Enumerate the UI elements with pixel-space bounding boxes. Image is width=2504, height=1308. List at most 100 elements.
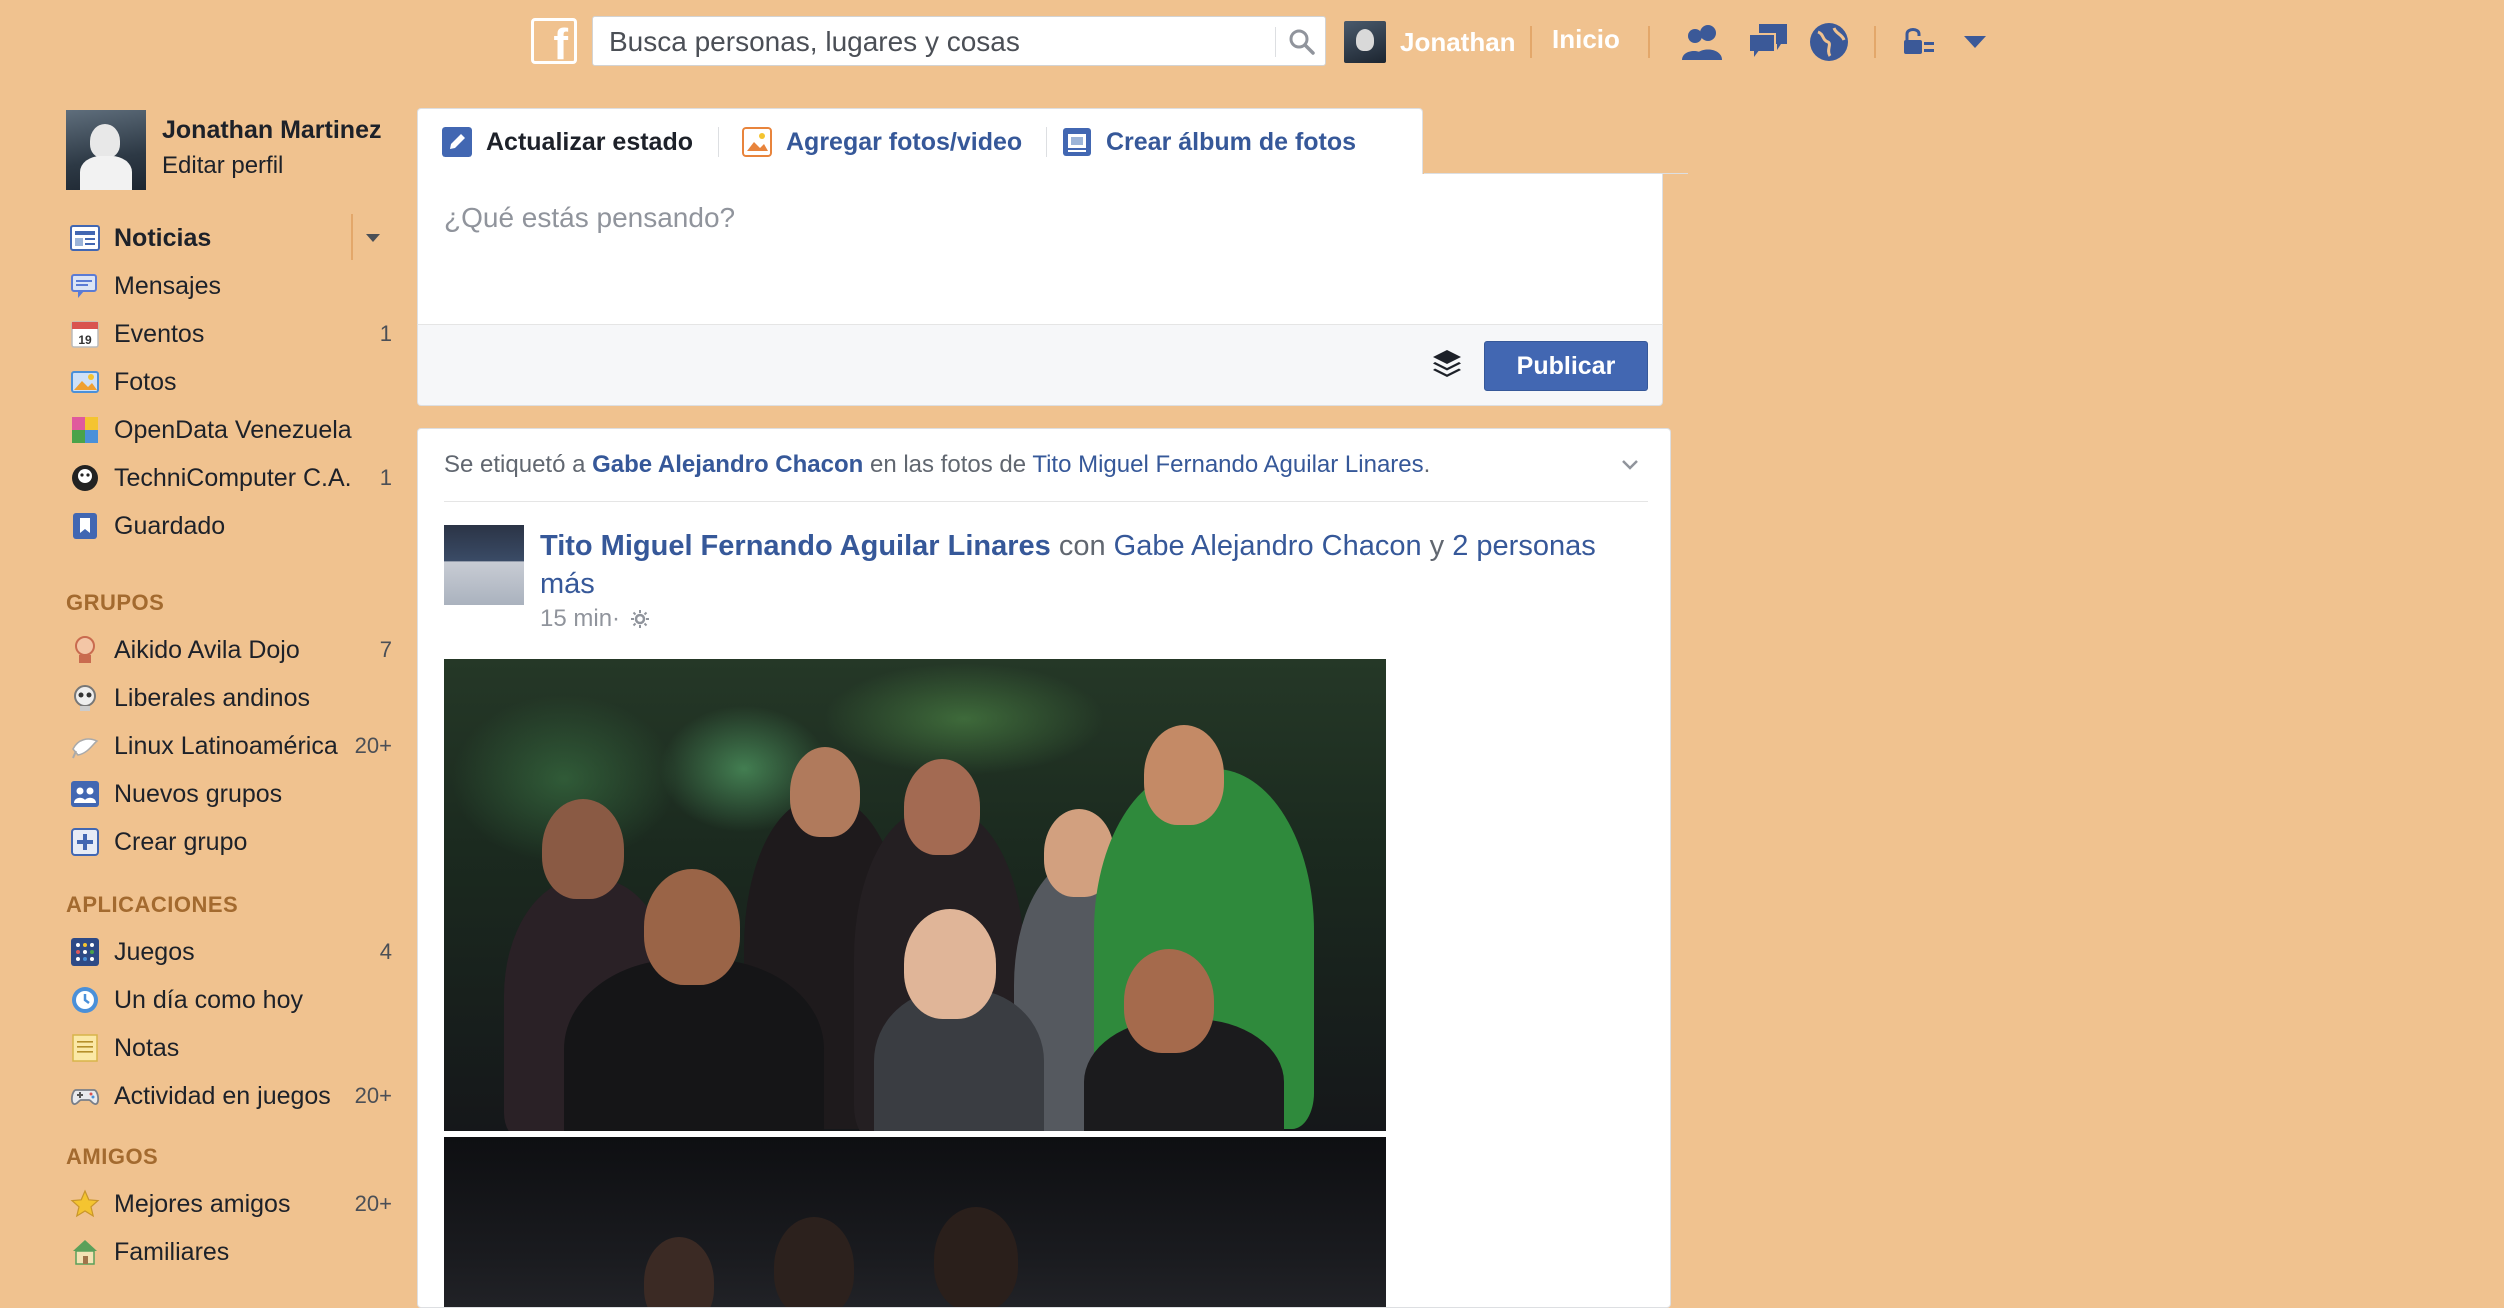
context-middle: en las fotos de <box>863 451 1033 478</box>
tab-update-status[interactable]: Actualizar estado <box>442 109 693 175</box>
new-groups-icon <box>71 781 99 807</box>
top-bar: f Jonathan Inicio <box>0 0 2504 84</box>
page-icon <box>72 465 98 491</box>
sidebar-item-actividad-en-juegos[interactable]: Actividad en juegos 20+ <box>66 1074 392 1118</box>
search-input[interactable] <box>607 17 1261 67</box>
layers-icon[interactable] <box>1430 347 1464 381</box>
game-activity-icon <box>70 1089 100 1106</box>
story-context-line: Se etiquetó a Gabe Alejandro Chacon en l… <box>444 451 1430 479</box>
messages-icon <box>71 274 97 298</box>
sidebar-item-noticias[interactable]: Noticias <box>66 216 386 260</box>
tab-label: Agregar fotos/video <box>786 127 1023 156</box>
notifications-globe-icon[interactable] <box>1806 20 1852 64</box>
story-options-chevron-icon[interactable] <box>1620 455 1640 475</box>
sidebar-item-fotos[interactable]: Fotos <box>66 360 386 404</box>
top-divider <box>1530 26 1532 58</box>
news-feed-icon <box>70 225 100 251</box>
edit-profile-link[interactable]: Editar perfil <box>162 152 283 180</box>
friend-requests-icon[interactable] <box>1680 20 1726 64</box>
photo-figure <box>774 1217 854 1307</box>
facebook-logo-letter: f <box>553 20 568 69</box>
tab-separator <box>718 127 719 157</box>
sidebar-item-label: Mensajes <box>114 271 221 300</box>
friends-section-header[interactable]: AMIGOS <box>66 1144 158 1170</box>
notes-icon <box>72 1034 98 1062</box>
sidebar-item-aikido-avila-dojo[interactable]: Aikido Avila Dojo 7 <box>66 628 392 672</box>
home-link[interactable]: Inicio <box>1552 24 1620 55</box>
sidebar-item-count: 1 <box>379 321 392 346</box>
apps-section-header[interactable]: APLICACIONES <box>66 892 238 918</box>
story-timestamp[interactable]: 15 min <box>540 605 612 633</box>
photo-figure <box>790 747 860 837</box>
create-group-icon <box>71 828 99 856</box>
noticias-divider <box>351 214 353 260</box>
sidebar-item-label: Familiares <box>114 1237 230 1266</box>
sidebar-item-label: Eventos <box>114 319 205 348</box>
photo-figure <box>904 759 980 855</box>
sidebar-item-liberales-andinos[interactable]: Liberales andinos <box>66 676 386 720</box>
publish-button[interactable]: Publicar <box>1484 341 1648 391</box>
sidebar-item-label: Crear grupo <box>114 827 248 856</box>
context-prefix: Se etiquetó a <box>444 451 593 478</box>
sidebar-item-opendata-venezuela[interactable]: OpenData Venezuela <box>66 408 386 452</box>
album-icon <box>1063 128 1091 156</box>
story-photo[interactable] <box>444 1137 1386 1307</box>
sidebar-item-crear-grupo[interactable]: Crear grupo <box>66 820 386 864</box>
tab-label: Actualizar estado <box>486 127 694 156</box>
photos-icon <box>71 371 99 393</box>
meta-dot: · <box>612 605 621 632</box>
audience-gear-icon[interactable] <box>630 609 650 629</box>
sidebar-item-label: Juegos <box>114 937 195 966</box>
sidebar-item-technicomputer[interactable]: TechniComputer C.A. 1 <box>66 456 392 500</box>
group-icon <box>74 685 96 711</box>
tab-add-photos-video[interactable]: Agregar fotos/video <box>742 109 1022 175</box>
top-avatar <box>1344 21 1386 63</box>
noticias-options-caret-icon[interactable] <box>366 234 380 242</box>
photo-figure <box>904 909 996 1019</box>
top-profile-link[interactable]: Jonathan <box>1344 20 1516 64</box>
sidebar-item-count: 20+ <box>354 1083 392 1108</box>
sidebar-item-notas[interactable]: Notas <box>66 1026 386 1070</box>
sidebar-item-label: TechniComputer C.A. <box>114 463 352 492</box>
sidebar-item-label: Linux Latinoamérica <box>114 731 338 760</box>
tab-create-photo-album[interactable]: Crear álbum de fotos <box>1062 109 1356 175</box>
sidebar-profile: Jonathan Martinez Editar perfil <box>66 110 386 190</box>
photo-owner-link[interactable]: Tito Miguel Fernando Aguilar Linares <box>1032 451 1423 478</box>
photo-icon <box>742 127 772 157</box>
context-suffix: . <box>1423 451 1431 478</box>
sidebar-item-label: Noticias <box>114 223 212 252</box>
profile-picture[interactable] <box>66 110 146 190</box>
groups-section-header[interactable]: GRUPOS <box>66 590 164 616</box>
photo-figure <box>1124 949 1214 1053</box>
author-name-link[interactable]: Tito Miguel Fernando Aguilar Linares <box>540 530 1051 562</box>
sidebar-item-nuevos-grupos[interactable]: Nuevos grupos <box>66 772 386 816</box>
facebook-logo[interactable]: f <box>531 18 577 69</box>
sidebar-item-linux-latinoamerica[interactable]: Linux Latinoamérica 20+ <box>66 724 392 768</box>
with-person-link[interactable]: Gabe Alejandro Chacon <box>1114 530 1422 562</box>
search-icon[interactable] <box>1287 27 1317 57</box>
messages-icon[interactable] <box>1745 20 1791 64</box>
author-avatar[interactable] <box>444 525 524 605</box>
sidebar-item-guardado[interactable]: Guardado <box>66 504 386 548</box>
account-menu-caret-icon[interactable] <box>1952 20 1998 64</box>
feed-story: Se etiquetó a Gabe Alejandro Chacon en l… <box>417 428 1671 1308</box>
sidebar-item-eventos[interactable]: 19 Eventos 1 <box>66 312 392 356</box>
with-word: con <box>1050 530 1114 562</box>
search-box[interactable] <box>592 16 1326 67</box>
privacy-shortcuts-icon[interactable] <box>1898 20 1944 64</box>
sidebar-item-mejores-amigos[interactable]: Mejores amigos 20+ <box>66 1182 392 1226</box>
sidebar-item-label: Mejores amigos <box>114 1189 291 1218</box>
tab-separator <box>1046 127 1047 157</box>
sidebar-item-un-dia-como-hoy[interactable]: Un día como hoy <box>66 978 386 1022</box>
story-photo[interactable] <box>444 659 1386 1131</box>
status-input-area[interactable]: ¿Qué estás pensando? <box>417 174 1663 324</box>
sidebar-item-familiares[interactable]: Familiares <box>66 1230 386 1274</box>
profile-name[interactable]: Jonathan Martinez <box>162 116 381 145</box>
tagged-person-link[interactable]: Gabe Alejandro Chacon <box>592 451 863 478</box>
top-user-name: Jonathan <box>1400 26 1516 57</box>
story-author-line: Tito Miguel Fernando Aguilar Linares con… <box>540 527 1620 603</box>
photo-figure <box>934 1207 1018 1307</box>
sidebar-item-label: Actividad en juegos <box>114 1081 331 1110</box>
sidebar-item-juegos[interactable]: Juegos 4 <box>66 930 392 974</box>
sidebar-item-mensajes[interactable]: Mensajes <box>66 264 386 308</box>
